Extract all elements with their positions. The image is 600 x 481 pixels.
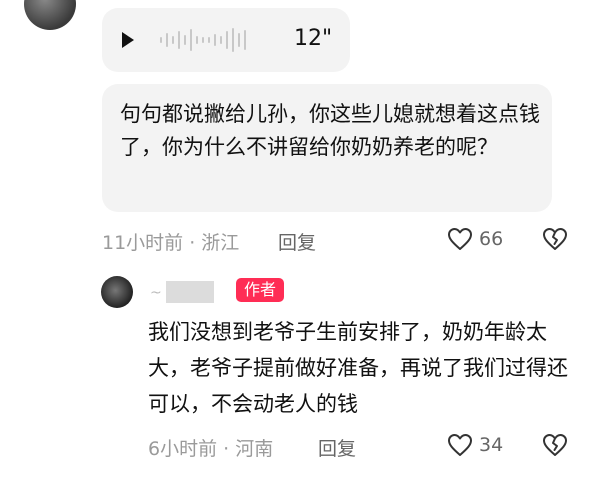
voice-duration: 12" <box>294 26 333 51</box>
like-count: 66 <box>479 228 504 250</box>
author-badge: 作者 <box>236 278 284 302</box>
comment-meta: 6小时前 · 河南 <box>148 438 274 460</box>
reply-button[interactable]: 回复 <box>278 228 316 255</box>
broken-heart-icon[interactable] <box>542 227 568 251</box>
heart-icon[interactable] <box>447 433 473 457</box>
comment-meta: 11小时前 · 浙江 <box>102 232 240 254</box>
username-mark: ~ <box>150 285 162 301</box>
username-redacted[interactable] <box>166 281 214 303</box>
like-count: 34 <box>479 434 504 456</box>
avatar[interactable] <box>101 276 133 308</box>
broken-heart-icon[interactable] <box>542 433 568 457</box>
avatar[interactable] <box>24 0 76 30</box>
waveform-icon <box>160 26 246 54</box>
reply-button[interactable]: 回复 <box>318 434 356 461</box>
play-icon[interactable] <box>122 32 134 48</box>
comment-text: 句句都说撇给儿孙，你这些儿媳就想着这点钱了，你为什么不讲留给你奶奶养老的呢？ <box>120 102 540 159</box>
comment-text: 我们没想到老爷子生前安排了，奶奶年龄太大，老爷子提前做好准备，再说了我们过得还可… <box>148 320 568 416</box>
heart-icon[interactable] <box>447 227 473 251</box>
